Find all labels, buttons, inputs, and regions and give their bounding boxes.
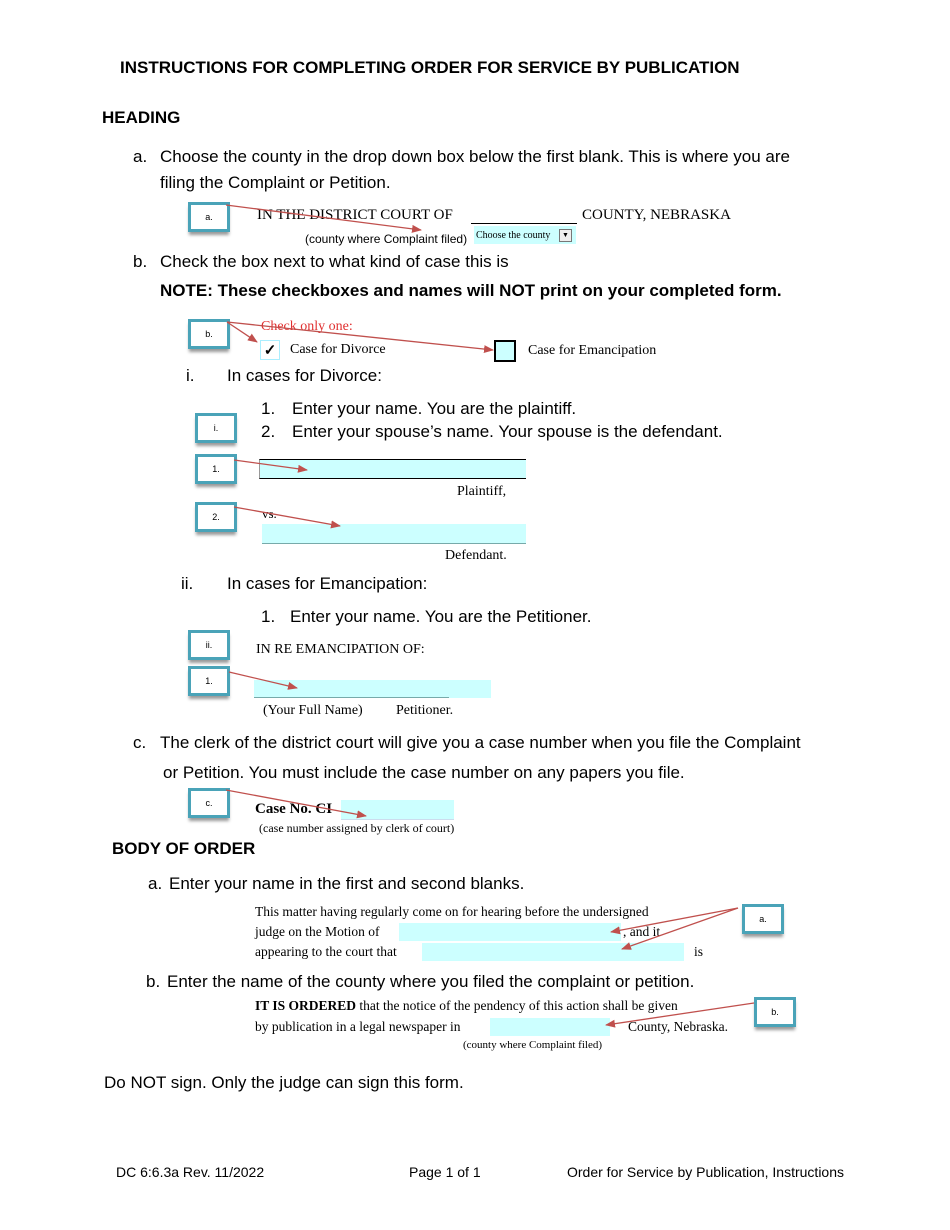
in-re-label: IN RE EMANCIPATION OF: [256, 642, 425, 657]
callout-tag-ii: ii. [188, 630, 230, 660]
ordered-bold: IT IS ORDERED [255, 998, 357, 1013]
item-marker-i: i. [186, 366, 195, 385]
order-line1: This matter having regularly come on for… [255, 904, 649, 919]
defendant-label: Defendant. [445, 548, 507, 563]
instruction-a-line2: filing the Complaint or Petition. [160, 173, 391, 192]
item-marker-c: c. [133, 733, 147, 752]
ordered-line2-prefix: by publication in a legal newspaper in [255, 1019, 461, 1034]
callout-tag-b: b. [188, 319, 230, 349]
chevron-down-icon[interactable]: ▼ [559, 228, 572, 242]
ordered-line2-suffix: County, Nebraska. [628, 1019, 728, 1034]
publication-county-field[interactable] [490, 1018, 610, 1036]
vs-label: vs. [262, 506, 277, 521]
divorce-checkbox[interactable]: ✓ [260, 340, 280, 360]
court-suffix: COUNTY, NEBRASKA [582, 207, 731, 223]
county-dropdown[interactable]: Choose the county ▼ [474, 226, 576, 244]
divorce-label: Case for Divorce [290, 342, 386, 357]
motion-of-name-field[interactable] [399, 923, 621, 941]
divorce-heading: In cases for Divorce: [227, 366, 382, 385]
order-line3-prefix: appearing to the court that [255, 944, 397, 959]
item-marker-b: b. [133, 252, 148, 271]
check-icon: ✓ [263, 342, 277, 359]
body-item-marker-b: b. [146, 972, 161, 991]
county-blank-line [471, 223, 577, 224]
body-item-marker-a: a. [148, 874, 163, 893]
ordered-rest: that the notice of the pendency of this … [356, 998, 678, 1013]
body-instruction-b: Enter the name of the county where you f… [167, 972, 695, 991]
defendant-name-field[interactable] [262, 524, 526, 544]
ordered-line1: IT IS ORDERED that the notice of the pen… [255, 998, 678, 1014]
section-heading: HEADING [102, 108, 181, 127]
order-line2-suffix: , and it [623, 924, 661, 939]
item-marker-a: a. [133, 147, 148, 166]
emancipation-step1-text: Enter your name. You are the Petitioner. [290, 607, 592, 626]
case-number-field[interactable] [341, 800, 454, 820]
case-no-label: Case No. CI [255, 801, 333, 817]
divorce-step2-text: Enter your spouse’s name. Your spouse is… [292, 422, 723, 441]
callout-tag-ii-1: 1. [188, 666, 230, 696]
emancipation-step1-num: 1. [261, 607, 276, 626]
petitioner-name-line [254, 697, 449, 698]
callout-tag-i: i. [195, 413, 237, 443]
order-line3-suffix: is [694, 944, 704, 959]
callout-tag-2: 2. [195, 502, 237, 532]
callout-tag-body-a: a. [742, 904, 784, 934]
body-section-heading: BODY OF ORDER [112, 839, 256, 858]
plaintiff-name-field[interactable] [259, 459, 526, 479]
emancipation-heading: In cases for Emancipation: [227, 574, 428, 593]
publication-county-caption: (county where Complaint filed) [463, 1039, 602, 1051]
callout-tag-body-b: b. [754, 997, 796, 1027]
check-only-label: Check only one: [261, 319, 353, 334]
callout-tag-a: a. [188, 202, 230, 232]
item-marker-ii: ii. [181, 574, 194, 593]
county-dropdown-value: Choose the county [476, 229, 551, 241]
footer-page-number: Page 1 of 1 [409, 1164, 481, 1180]
page-title: INSTRUCTIONS FOR COMPLETING ORDER FOR SE… [120, 58, 740, 77]
instruction-c-line2: or Petition. You must include the case n… [163, 763, 685, 782]
emancipation-checkbox[interactable] [494, 340, 516, 362]
plaintiff-label: Plaintiff, [457, 484, 507, 499]
footer-form-id: DC 6:6.3a Rev. 11/2022 [116, 1164, 265, 1180]
body-instruction-a: Enter your name in the first and second … [169, 874, 525, 893]
footer-doc-title: Order for Service by Publication, Instru… [567, 1164, 845, 1180]
order-line2-prefix: judge on the Motion of [255, 924, 380, 939]
emancipation-label: Case for Emancipation [528, 343, 657, 358]
arrow-b-divorce [226, 321, 258, 343]
full-name-caption: (Your Full Name) [263, 703, 363, 718]
case-caption: (case number assigned by clerk of court) [259, 821, 455, 835]
county-caption: (county where Complaint filed) [305, 232, 468, 246]
callout-tag-1: 1. [195, 454, 237, 484]
instruction-c-line1: The clerk of the district court will giv… [160, 733, 801, 752]
note-text: NOTE: These checkboxes and names will NO… [160, 281, 782, 300]
divorce-step2-num: 2. [261, 422, 276, 441]
instruction-b: Check the box next to what kind of case … [160, 252, 509, 271]
court-prefix: IN THE DISTRICT COURT OF [257, 207, 453, 223]
appearing-name-field[interactable] [422, 943, 684, 961]
petitioner-name-field[interactable] [254, 680, 491, 698]
instruction-a-line1: Choose the county in the drop down box b… [160, 147, 790, 166]
callout-tag-c: c. [188, 788, 230, 818]
petitioner-label: Petitioner. [396, 703, 454, 718]
closing-note: Do NOT sign. Only the judge can sign thi… [104, 1073, 464, 1092]
